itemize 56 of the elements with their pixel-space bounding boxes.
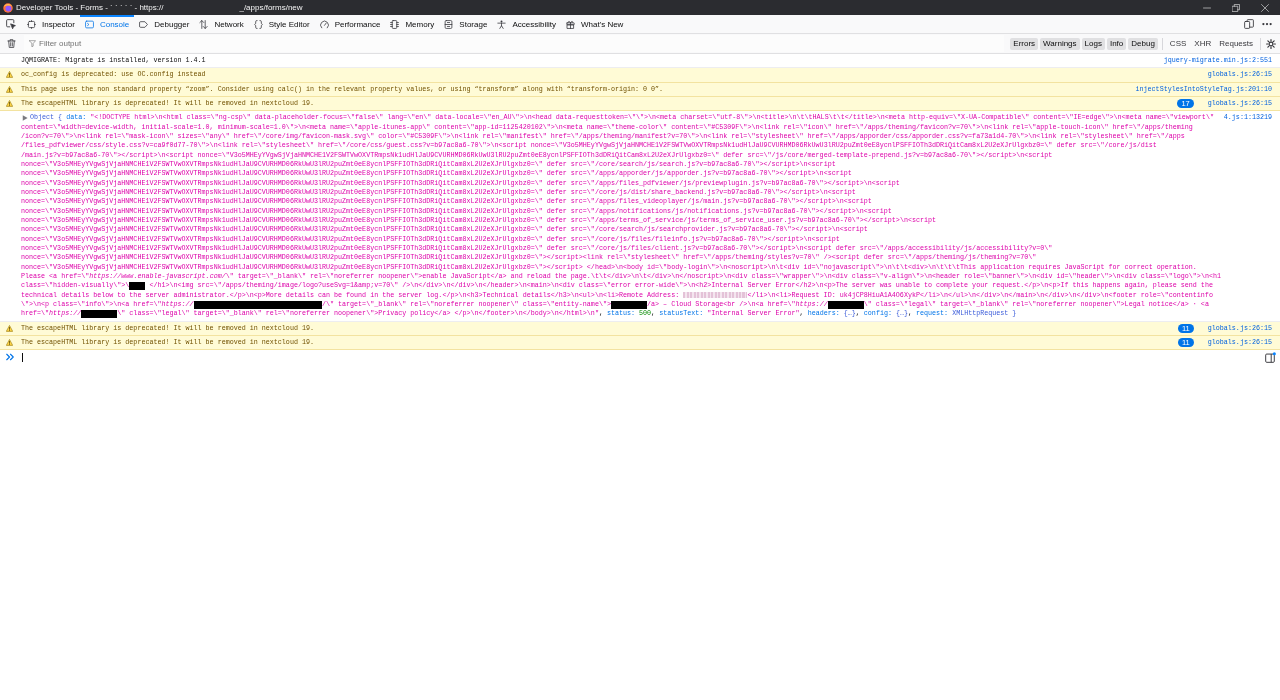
frame-icon	[27, 19, 36, 29]
level-filter-button[interactable]: Debug	[1128, 37, 1158, 50]
gift-icon	[565, 19, 575, 29]
type-filter-button[interactable]: CSS	[1166, 37, 1190, 50]
expand-arrow-icon[interactable]	[22, 114, 28, 121]
devtools-tab[interactable]: Storage	[439, 15, 493, 33]
person-icon	[497, 19, 507, 29]
devtools-tab[interactable]: Debugger	[134, 15, 195, 33]
editor-mode-button[interactable]	[1264, 351, 1276, 363]
cursor-box-icon	[6, 19, 16, 29]
filter-icon	[29, 40, 36, 47]
restore-icon	[1231, 3, 1240, 12]
redaction-bar	[81, 309, 118, 318]
split-panel-icon	[1264, 351, 1276, 363]
warning-icon	[6, 324, 13, 332]
filter-input[interactable]: Filter output	[39, 37, 1005, 50]
gauge-icon	[319, 19, 329, 29]
close-icon	[1260, 3, 1269, 12]
devtools-tab[interactable]: Style Editor	[248, 15, 315, 33]
window-title: Developer Tools - Forms - ` ` ` ` ` - https://	[16, 2, 164, 14]
window-title: _/apps/forms/new	[239, 2, 303, 14]
devtools-tab[interactable]: Console	[79, 15, 135, 33]
clear-button[interactable]	[4, 39, 18, 48]
devtools-tab[interactable]: Accessibility	[492, 15, 561, 33]
devtools-tab[interactable]: What's New	[560, 15, 629, 33]
warning-icon	[6, 100, 13, 108]
gear-icon	[1266, 38, 1276, 49]
level-filter-button[interactable]: Logs	[1081, 37, 1105, 50]
type-filter-button[interactable]: Requests	[1216, 37, 1256, 50]
braces-icon	[253, 19, 263, 29]
tag-icon	[139, 19, 149, 29]
devtools-tab[interactable]: Memory	[385, 15, 440, 33]
double-chevron-icon	[6, 353, 14, 362]
level-filter-button[interactable]: Warnings	[1040, 37, 1080, 50]
blurred-region	[683, 292, 748, 299]
up-down-arrows-icon	[199, 19, 209, 29]
redaction-bar	[610, 300, 648, 309]
drawer-icon	[444, 19, 454, 29]
trash-icon	[6, 39, 16, 48]
level-filter-button[interactable]: Info	[1106, 37, 1127, 50]
warning-icon	[6, 85, 13, 93]
panels-icon	[1244, 19, 1254, 29]
redaction-bar	[129, 281, 146, 290]
chip-icon	[390, 19, 400, 29]
level-filter-button[interactable]: Errors	[1010, 37, 1039, 50]
devtools-tab[interactable]: Network	[194, 15, 249, 33]
browser-logo-icon	[3, 2, 13, 13]
devtools-tab[interactable]: Inspector	[22, 15, 80, 33]
type-filter-button[interactable]: XHR	[1191, 37, 1215, 50]
redaction-bar	[827, 300, 864, 309]
devtools-tab[interactable]: Performance	[314, 15, 386, 33]
text-cursor	[22, 352, 23, 362]
warning-icon	[6, 339, 13, 346]
terminal-icon	[84, 19, 94, 29]
warning-icon	[6, 71, 13, 79]
settings-button[interactable]	[1265, 38, 1277, 49]
